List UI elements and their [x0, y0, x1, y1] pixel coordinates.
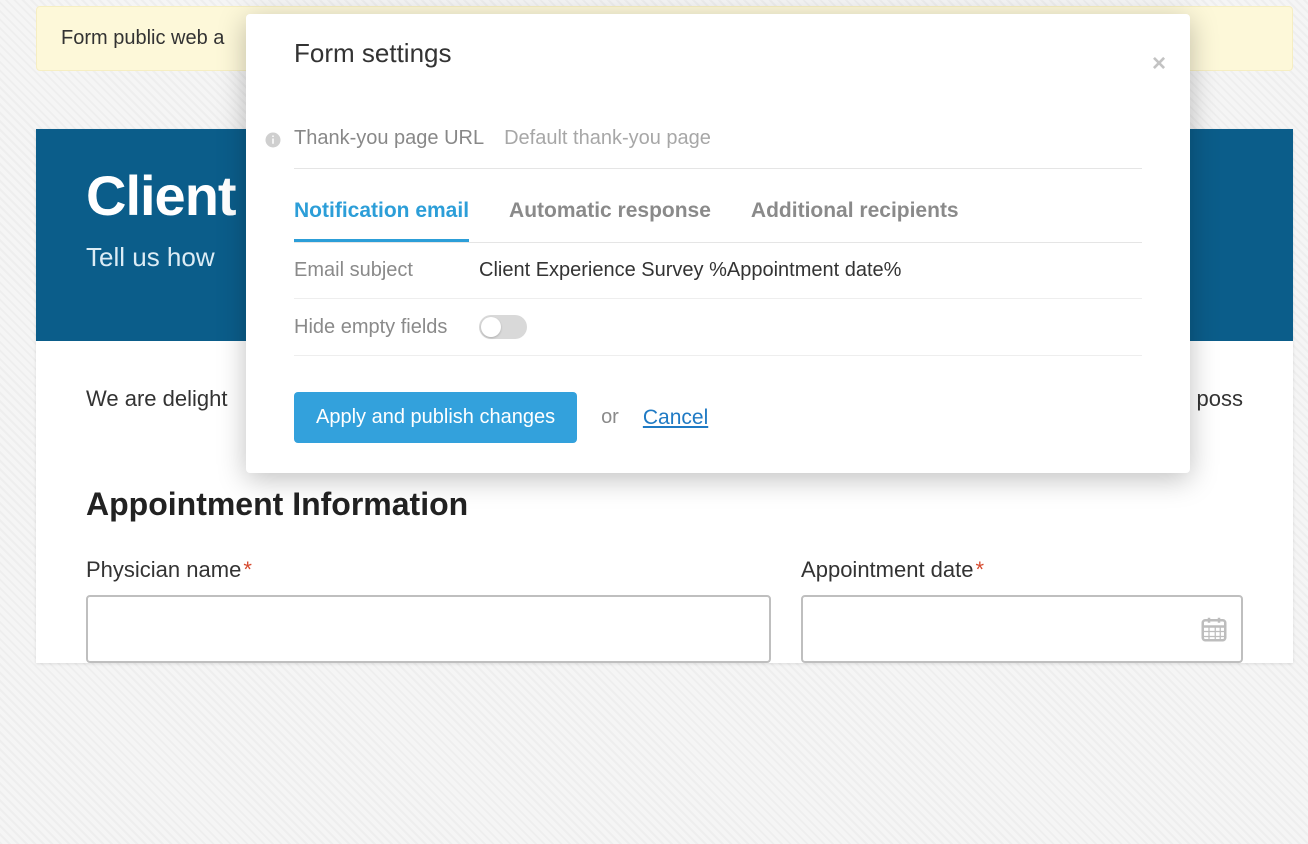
- modal-actions: Apply and publish changes or Cancel: [294, 392, 1142, 443]
- physician-name-label: Physician name*: [86, 557, 771, 583]
- settings-tabs: Notification email Automatic response Ad…: [294, 191, 1142, 243]
- thank-you-url-row[interactable]: Thank-you page URL Default thank-you pag…: [294, 109, 1142, 169]
- or-text: or: [601, 406, 619, 429]
- tab-notification-email[interactable]: Notification email: [294, 191, 469, 242]
- tab-automatic-response[interactable]: Automatic response: [509, 191, 711, 242]
- close-icon[interactable]: ×: [1152, 52, 1166, 76]
- email-subject-label: Email subject: [294, 259, 479, 282]
- required-asterisk: *: [243, 557, 252, 582]
- appointment-date-label: Appointment date*: [801, 557, 1243, 583]
- email-subject-row[interactable]: Email subject Client Experience Survey %…: [294, 243, 1142, 299]
- info-icon: [264, 131, 282, 155]
- hide-empty-fields-label: Hide empty fields: [294, 316, 479, 339]
- form-settings-modal: Form settings × Thank-you page URL Defau…: [246, 14, 1190, 473]
- email-subject-value: Client Experience Survey %Appointment da…: [479, 259, 901, 282]
- tab-additional-recipients[interactable]: Additional recipients: [751, 191, 959, 242]
- cancel-link[interactable]: Cancel: [643, 406, 708, 430]
- thank-you-url-label: Thank-you page URL: [294, 127, 484, 150]
- physician-name-field: Physician name*: [86, 557, 771, 663]
- appointment-date-field: Appointment date*: [801, 557, 1243, 663]
- modal-title: Form settings: [294, 38, 1142, 69]
- appointment-date-input[interactable]: [801, 595, 1243, 663]
- thank-you-url-value: Default thank-you page: [504, 127, 711, 150]
- calendar-icon[interactable]: [1199, 614, 1229, 644]
- apply-publish-button[interactable]: Apply and publish changes: [294, 392, 577, 443]
- physician-name-input[interactable]: [86, 595, 771, 663]
- form-row: Physician name* Appointment date*: [86, 557, 1243, 663]
- banner-text: Form public web a: [61, 27, 224, 49]
- section-title: Appointment Information: [86, 486, 1243, 523]
- required-asterisk: *: [976, 557, 985, 582]
- hide-empty-fields-toggle[interactable]: [479, 315, 527, 339]
- hide-empty-fields-row: Hide empty fields: [294, 299, 1142, 356]
